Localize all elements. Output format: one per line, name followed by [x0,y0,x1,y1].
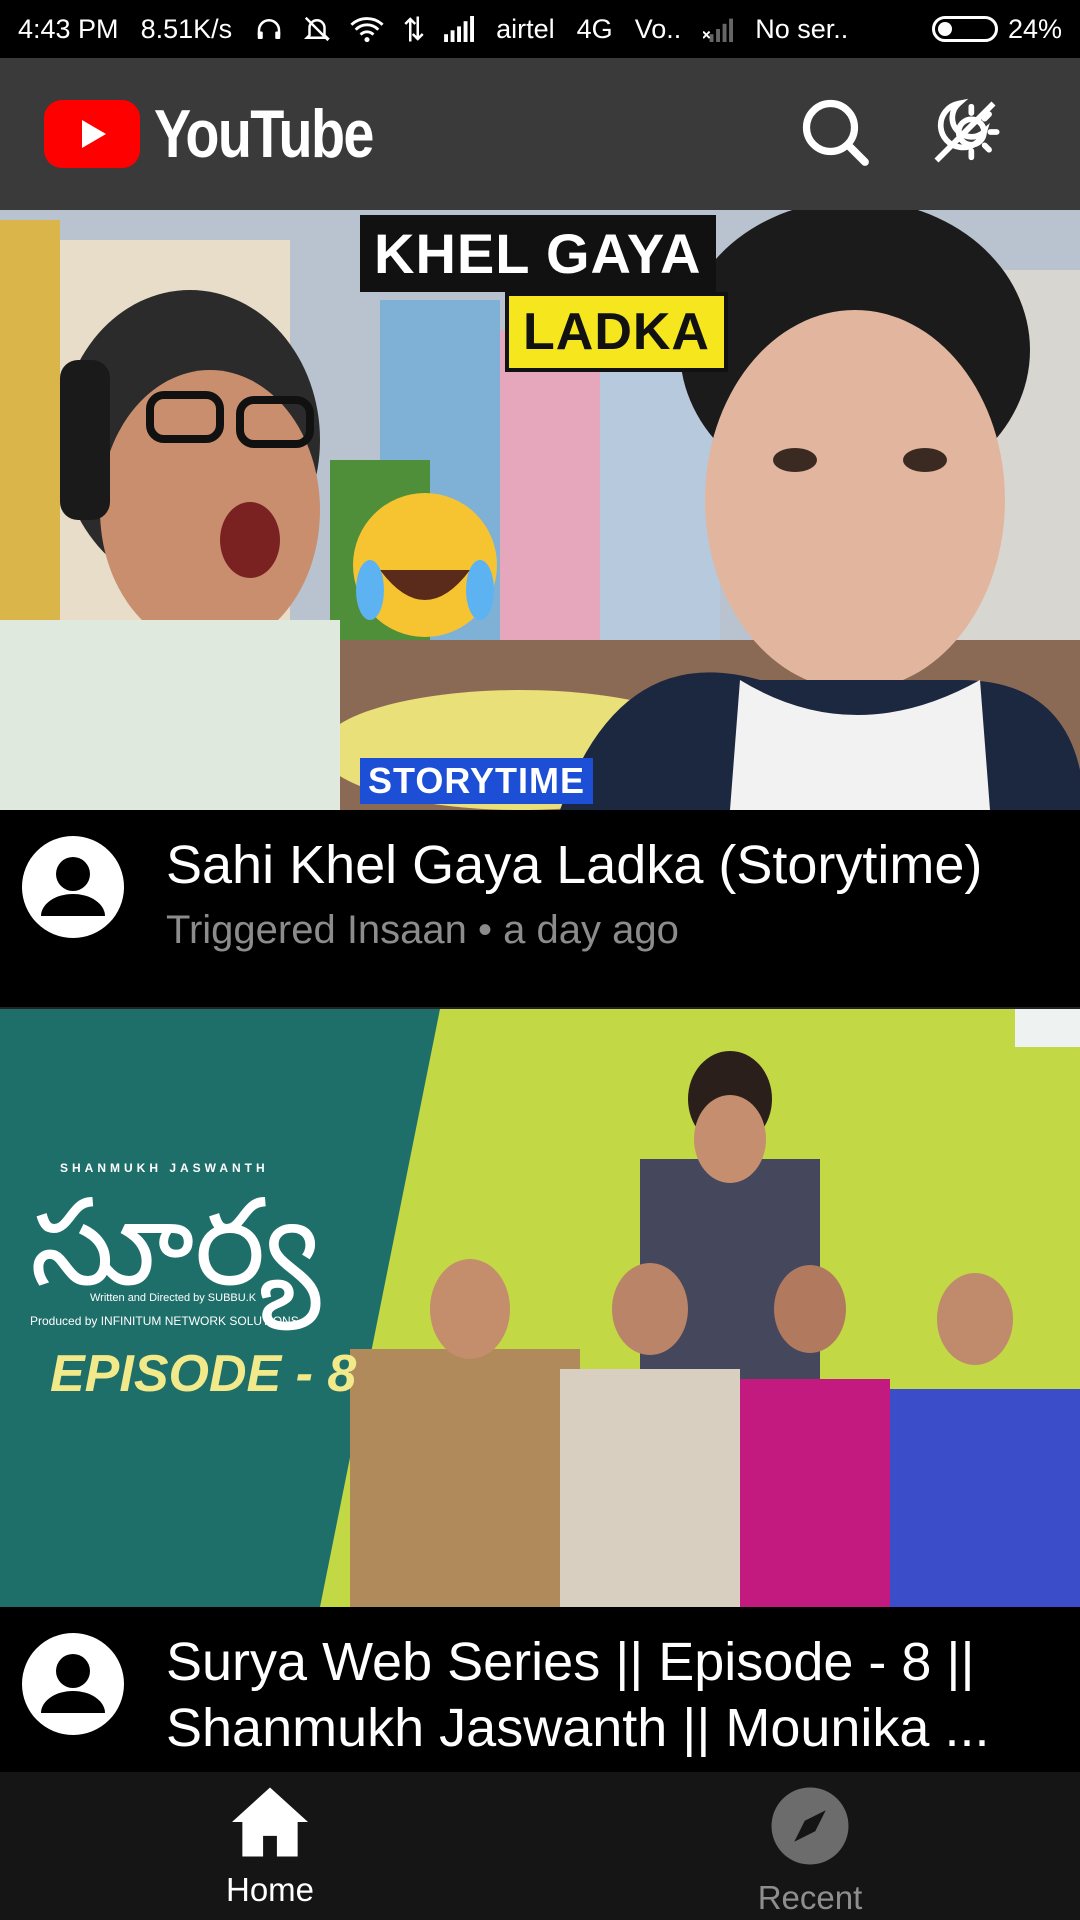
video-feed[interactable]: KHEL GAYA LADKA STORYTIME Sahi Khel Gaya… [0,210,1080,1772]
nav-home-label: Home [225,1871,315,1908]
video-title-line-1[interactable]: Surya Web Series || Episode - 8 || [166,1629,989,1695]
bottom-navigation: Home Recent [0,1772,1080,1920]
brand-name: YouTube [154,96,374,172]
status-time: 4:43 PM [18,13,119,44]
thumbnail-caption-3: Written and Directed by SUBBU.K [90,1292,257,1304]
video-title-line-2[interactable]: Shanmukh Jaswanth || Mounika ... [166,1695,989,1761]
status-bar: 4:43 PM 8.51K/s airtel 4G Vo.. No ser.. … [0,0,1080,58]
no-signal-icon [703,16,737,42]
theme-toggle-button[interactable] [920,89,1010,179]
wifi-icon [350,14,384,44]
nav-home[interactable]: Home [0,1772,540,1920]
mute-icon [302,14,332,44]
channel-avatar[interactable] [22,836,124,938]
channel-avatar[interactable] [22,1633,124,1735]
status-speed: 8.51K/s [140,13,233,44]
compass-icon [768,1784,852,1873]
home-icon [228,1784,312,1865]
thumbnail-caption-1: KHEL GAYA [360,215,716,292]
video-subtitle: Triggered Insaan • a day ago [166,908,679,952]
video-thumbnail[interactable]: SHANMUKH JASWANTH సూర్య Written and Dire… [0,1009,1080,1607]
headphones-icon [254,14,284,44]
thumbnail-caption-1: SHANMUKH JASWANTH [60,1161,269,1175]
data-icon [402,14,426,44]
video-title[interactable]: Sahi Khel Gaya Ladka (Storytime) [166,832,982,898]
thumbnail-caption-2: LADKA [505,292,728,372]
status-carrier: airtel [496,13,555,44]
video-thumbnail[interactable]: KHEL GAYA LADKA STORYTIME [0,210,1080,810]
person-icon [41,857,105,916]
video-item[interactable]: Sahi Khel Gaya Ladka (Storytime) Trigger… [0,810,1080,1007]
battery-icon [931,16,998,42]
video-item[interactable]: Surya Web Series || Episode - 8 || Shanm… [0,1607,1080,1761]
thumbnail-caption-4: Produced by INFINITUM NETWORK SOLUTIONS [30,1314,299,1328]
status-volte: Vo.. [634,13,682,44]
search-button[interactable] [790,89,880,179]
status-no-service: No ser.. [755,13,849,44]
person-icon [41,1654,105,1713]
app-header: YouTube [0,58,1080,210]
status-battery: 24% [1007,13,1062,44]
status-network: 4G [576,13,613,44]
theme-toggle-icon [927,94,1003,175]
youtube-logo[interactable]: YouTube [44,95,421,173]
search-icon [799,96,871,173]
thumbnail-caption-3: STORYTIME [360,758,594,804]
nav-recent-label: Recent [757,1879,863,1916]
youtube-play-icon [44,100,140,168]
signal-icon [444,16,478,42]
nav-recent[interactable]: Recent [540,1772,1080,1920]
thumbnail-caption-5: EPISODE - 8 [50,1345,357,1403]
